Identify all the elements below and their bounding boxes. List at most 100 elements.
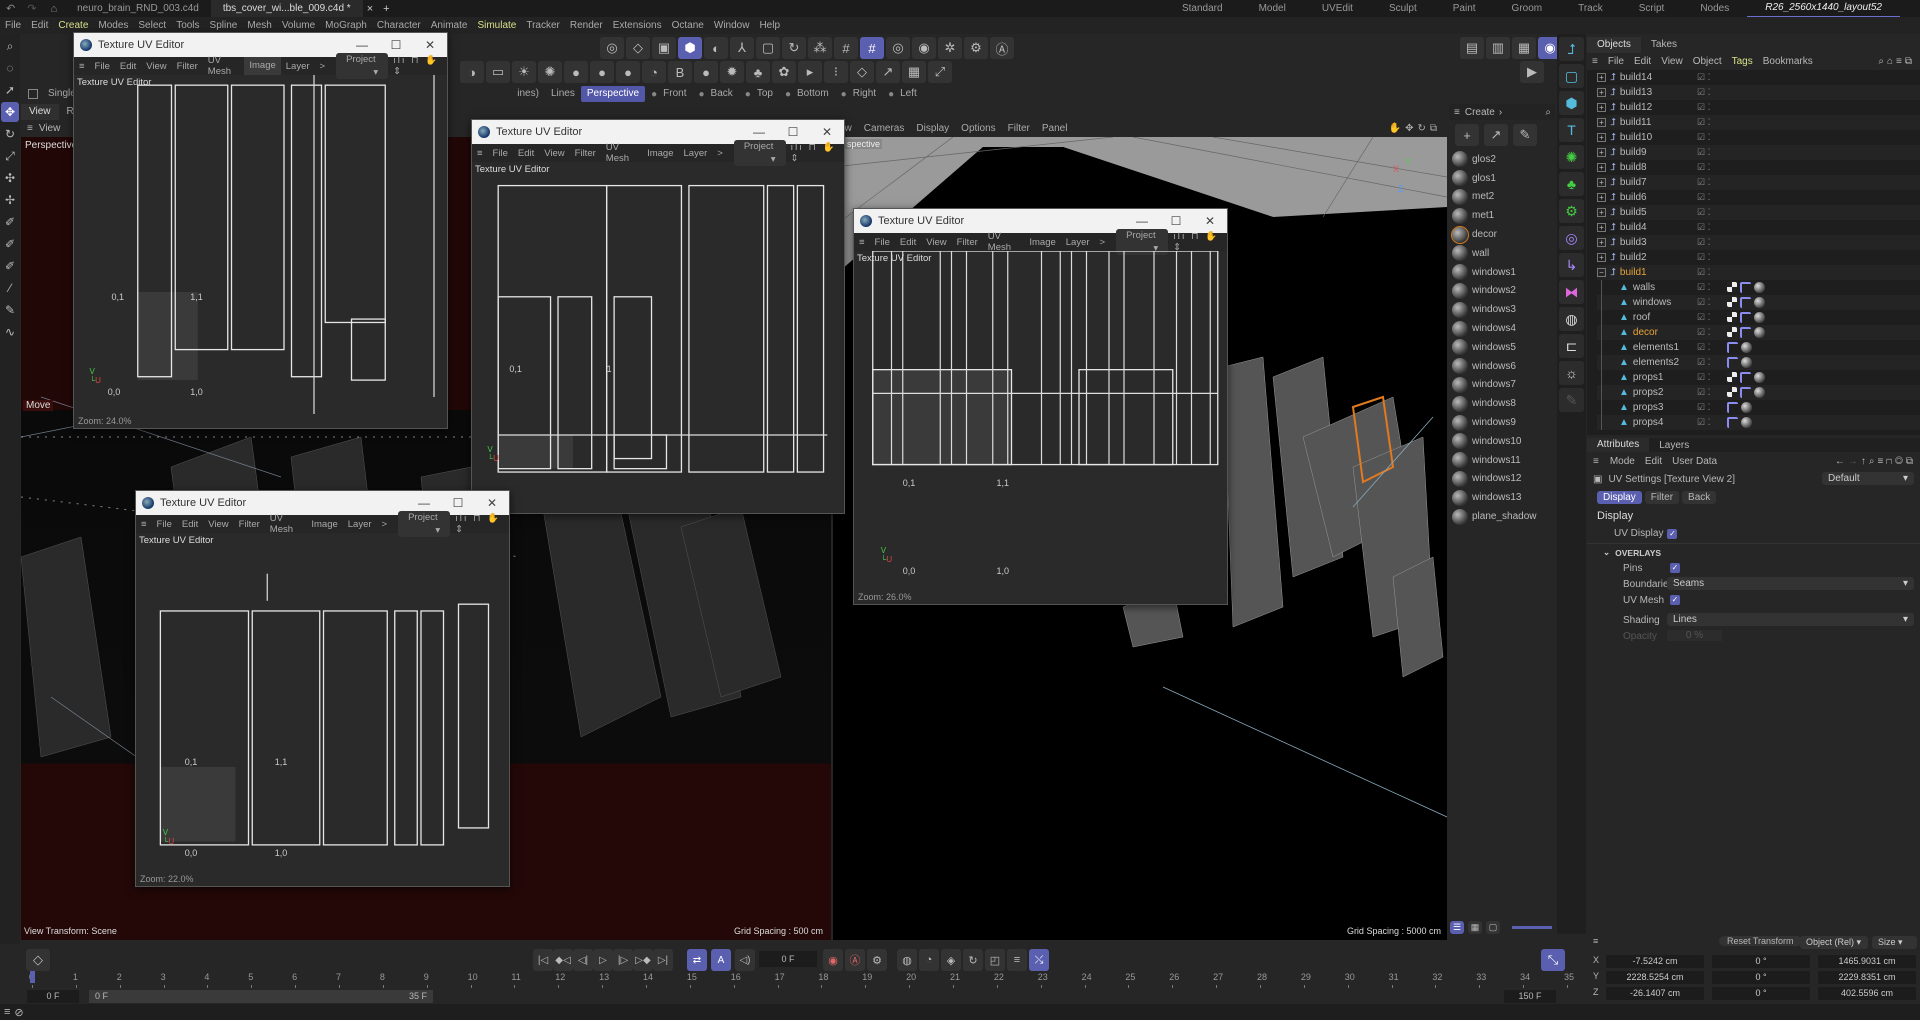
sky-icon[interactable]: ◍	[1559, 307, 1584, 331]
param-key-icon[interactable]: ↻	[963, 949, 983, 971]
material-tag-icon[interactable]	[1754, 387, 1765, 398]
object-row[interactable]: − ⮥ build1 ☑ ⁚	[1597, 265, 1920, 280]
playhead[interactable]	[30, 971, 35, 983]
uv-editor-tool-icons[interactable]: ılı ⊓ ✋ ⇕	[1168, 231, 1227, 253]
object-row[interactable]: + ⮥ build11 ☑ ⁚	[1597, 115, 1920, 130]
user-data-menu[interactable]: User Data	[1667, 456, 1722, 467]
cube-icon[interactable]: ⬢	[1559, 91, 1584, 115]
select-tool-icon[interactable]: ➚	[1, 80, 19, 100]
target-icon[interactable]: ◎	[1895, 456, 1906, 467]
object-name[interactable]: build14	[1620, 72, 1652, 83]
text-icon[interactable]: T	[1559, 118, 1584, 142]
menu-view[interactable]: View	[921, 237, 951, 248]
menu-uv-mesh[interactable]: UV Mesh	[983, 231, 1025, 253]
menu-layer[interactable]: Layer	[343, 519, 377, 530]
visibility-icon[interactable]: ☑ ⁚	[1697, 162, 1710, 173]
menu-more[interactable]: >	[315, 61, 331, 72]
texture-tag-icon[interactable]	[1727, 387, 1737, 397]
menu-file[interactable]: File	[1603, 53, 1629, 70]
object-name[interactable]: props1	[1633, 372, 1664, 383]
object-name[interactable]: windows	[1633, 297, 1671, 308]
material-tag-icon[interactable]	[1741, 402, 1752, 413]
scale-key-icon[interactable]: ◈	[941, 949, 961, 971]
texture-tag-icon[interactable]	[1727, 327, 1737, 337]
object-name[interactable]: props3	[1633, 402, 1664, 413]
next-key-icon[interactable]: ▷◆	[633, 949, 653, 971]
tab-layers[interactable]: Layers	[1649, 440, 1699, 451]
object-row[interactable]: + ⮥ build10 ☑ ⁚	[1597, 130, 1920, 145]
object-row[interactable]: ▲ props3 ☑ ⁚	[1597, 400, 1920, 415]
sound-icon[interactable]: ◁)	[735, 949, 755, 971]
expand-icon[interactable]: +	[1597, 118, 1606, 127]
minimize-icon[interactable]: —	[407, 496, 441, 510]
live-select-icon[interactable]: ◎	[600, 37, 624, 59]
expand-icon[interactable]: +	[1597, 133, 1606, 142]
tab-view[interactable]: View	[21, 104, 59, 120]
menu-uv-mesh[interactable]: UV Mesh	[265, 513, 307, 535]
uv-editor-tool-icons[interactable]: ılı ⊓ ✋ ⇕	[786, 142, 845, 164]
material-item[interactable]: glos1	[1449, 169, 1555, 188]
menu-view[interactable]: View	[1656, 53, 1688, 70]
search-icon[interactable]: ⌕	[1545, 107, 1555, 118]
null-object-icon[interactable]: ⮥	[1559, 37, 1584, 61]
expand-icon[interactable]: +	[1597, 178, 1606, 187]
camera-icon[interactable]: ⊏	[1559, 334, 1584, 358]
texture-tag-icon[interactable]	[1727, 312, 1737, 322]
maximize-icon[interactable]: ☐	[776, 125, 810, 139]
pen-tool-icon[interactable]: ✎	[1, 300, 19, 320]
object-name[interactable]: build12	[1620, 102, 1652, 113]
window-title-bar[interactable]: Texture UV Editor — ☐ ✕	[136, 491, 509, 515]
texture-uv-editor-window[interactable]: Texture UV Editor — ☐ ✕ ≡ File Edit View Filter U…	[853, 208, 1228, 605]
uv-canvas[interactable]	[136, 533, 511, 872]
menu-filter[interactable]: Filter	[172, 61, 203, 72]
material-tag-icon[interactable]	[1741, 357, 1752, 368]
blend-icon[interactable]: B	[668, 61, 692, 83]
move-tool-icon[interactable]: ✥	[1, 102, 19, 122]
sphere-3-icon[interactable]: ●	[616, 61, 640, 83]
console-icon[interactable]: ▸	[798, 61, 822, 83]
workplane-icon[interactable]: ◎	[886, 37, 910, 59]
object-manager-tools[interactable]: ⌕⌂≡⧉	[1873, 53, 1920, 70]
camera-back[interactable]: Back	[705, 86, 739, 102]
viewport-menu-cameras[interactable]: Cameras	[858, 120, 911, 137]
render-settings-icon[interactable]: ▦	[1512, 37, 1536, 59]
brush-tool-icon[interactable]: ⁄	[1, 278, 19, 298]
object-row[interactable]: ▲ decor ☑ ⁚	[1597, 325, 1920, 340]
menu-layer[interactable]: Layer	[679, 148, 713, 159]
cone-icon[interactable]: ◇	[626, 37, 650, 59]
visibility-icon[interactable]: ☑ ⁚	[1697, 252, 1710, 263]
menu-more[interactable]: >	[1095, 237, 1111, 248]
object-name[interactable]: build3	[1620, 237, 1647, 248]
object-row[interactable]: + ⮥ build9 ☑ ⁚	[1597, 145, 1920, 160]
current-frame-field[interactable]: 0 F	[759, 951, 817, 967]
position-field[interactable]: -26.1407 cm	[1606, 987, 1704, 1000]
material-item[interactable]: windows11	[1449, 451, 1555, 470]
symmetry-icon[interactable]: ✲	[938, 37, 962, 59]
material-item[interactable]: windows13	[1449, 488, 1555, 507]
pos-key-icon[interactable]: ◍	[897, 949, 917, 971]
reset-transform-button[interactable]: Reset Transform	[1719, 936, 1802, 946]
object-row[interactable]: + ⮥ build5 ☑ ⁚	[1597, 205, 1920, 220]
camera-right[interactable]: Right	[847, 86, 882, 102]
uvw-tag-icon[interactable]	[1740, 297, 1751, 308]
snap-icon[interactable]: ⁂	[808, 37, 832, 59]
chevron-down-icon[interactable]: ⌄	[1603, 547, 1610, 558]
object-row[interactable]: ▲ elements2 ☑ ⁚	[1597, 355, 1920, 370]
export-icon[interactable]: ↗	[876, 61, 900, 83]
disabled-icon[interactable]: ✎	[1559, 388, 1584, 412]
menu-image[interactable]: Image	[1024, 237, 1060, 248]
start-frame-field[interactable]: 0 F	[27, 990, 79, 1003]
camera-icon[interactable]: ◑	[460, 61, 484, 83]
menu-edit[interactable]: Edit	[26, 17, 53, 34]
material-item[interactable]: windows12	[1449, 470, 1555, 489]
object-name[interactable]: build9	[1620, 147, 1647, 158]
object-row[interactable]: ▲ windows ☑ ⁚	[1597, 295, 1920, 310]
menu-image[interactable]: Image	[306, 519, 342, 530]
material-item[interactable]: windows9	[1449, 413, 1555, 432]
viewport-menu-filter[interactable]: Filter	[1002, 120, 1036, 137]
hamburger-icon[interactable]: ≡	[1587, 53, 1603, 70]
menu-tracker[interactable]: Tracker	[521, 17, 565, 34]
lines-option[interactable]: Lines	[545, 86, 581, 102]
material-item[interactable]: decor	[1449, 225, 1555, 244]
camera-bottom[interactable]: Bottom	[791, 86, 835, 102]
